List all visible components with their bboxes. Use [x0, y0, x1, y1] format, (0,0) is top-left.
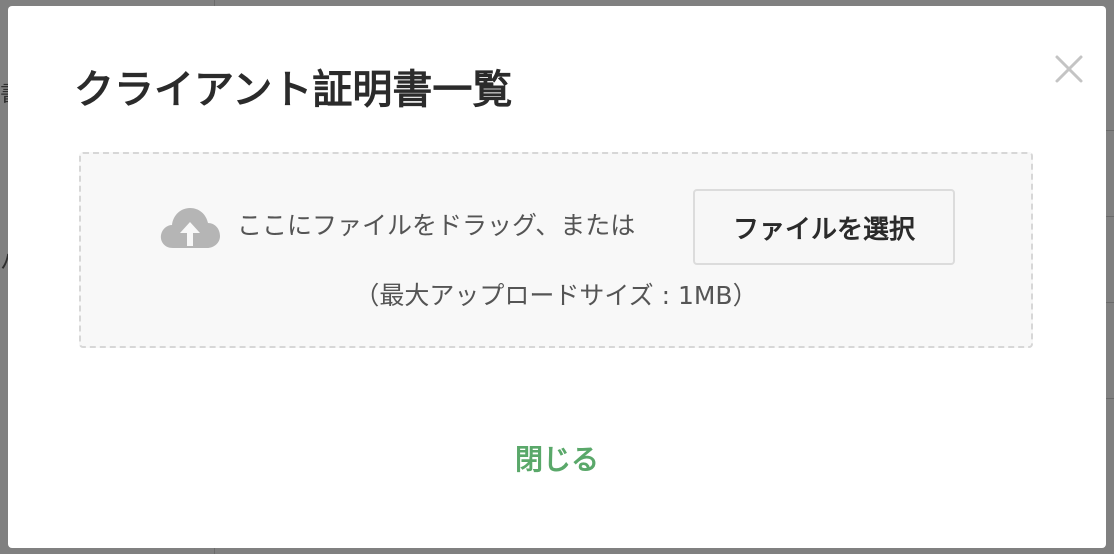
max-upload-size-text: （最大アップロードサイズ : 1MB）: [354, 281, 758, 310]
background-rule: [1106, 216, 1114, 217]
cloud-upload-icon: [159, 204, 221, 252]
file-dropzone[interactable]: ここにファイルをドラッグ、または ファイルを選択 （最大アップロードサイズ : …: [79, 152, 1033, 348]
drop-instruction-text: ここにファイルをドラッグ、または: [237, 211, 636, 240]
modal-title: クライアント証明書一覧: [74, 67, 513, 113]
close-button[interactable]: 閉じる: [457, 438, 657, 482]
close-icon[interactable]: [1052, 52, 1086, 86]
select-file-button[interactable]: ファイルを選択: [693, 189, 955, 265]
background-rule: [1106, 302, 1114, 303]
background-text-fragment: 書: [0, 76, 8, 108]
background-text-fragment: ハ: [0, 244, 8, 276]
background-rule: [1106, 130, 1114, 131]
client-certificate-modal: クライアント証明書一覧 ここにファイルをドラッグ、または ファイルを選択 （最大…: [8, 6, 1106, 548]
background-rule: [1106, 398, 1114, 399]
